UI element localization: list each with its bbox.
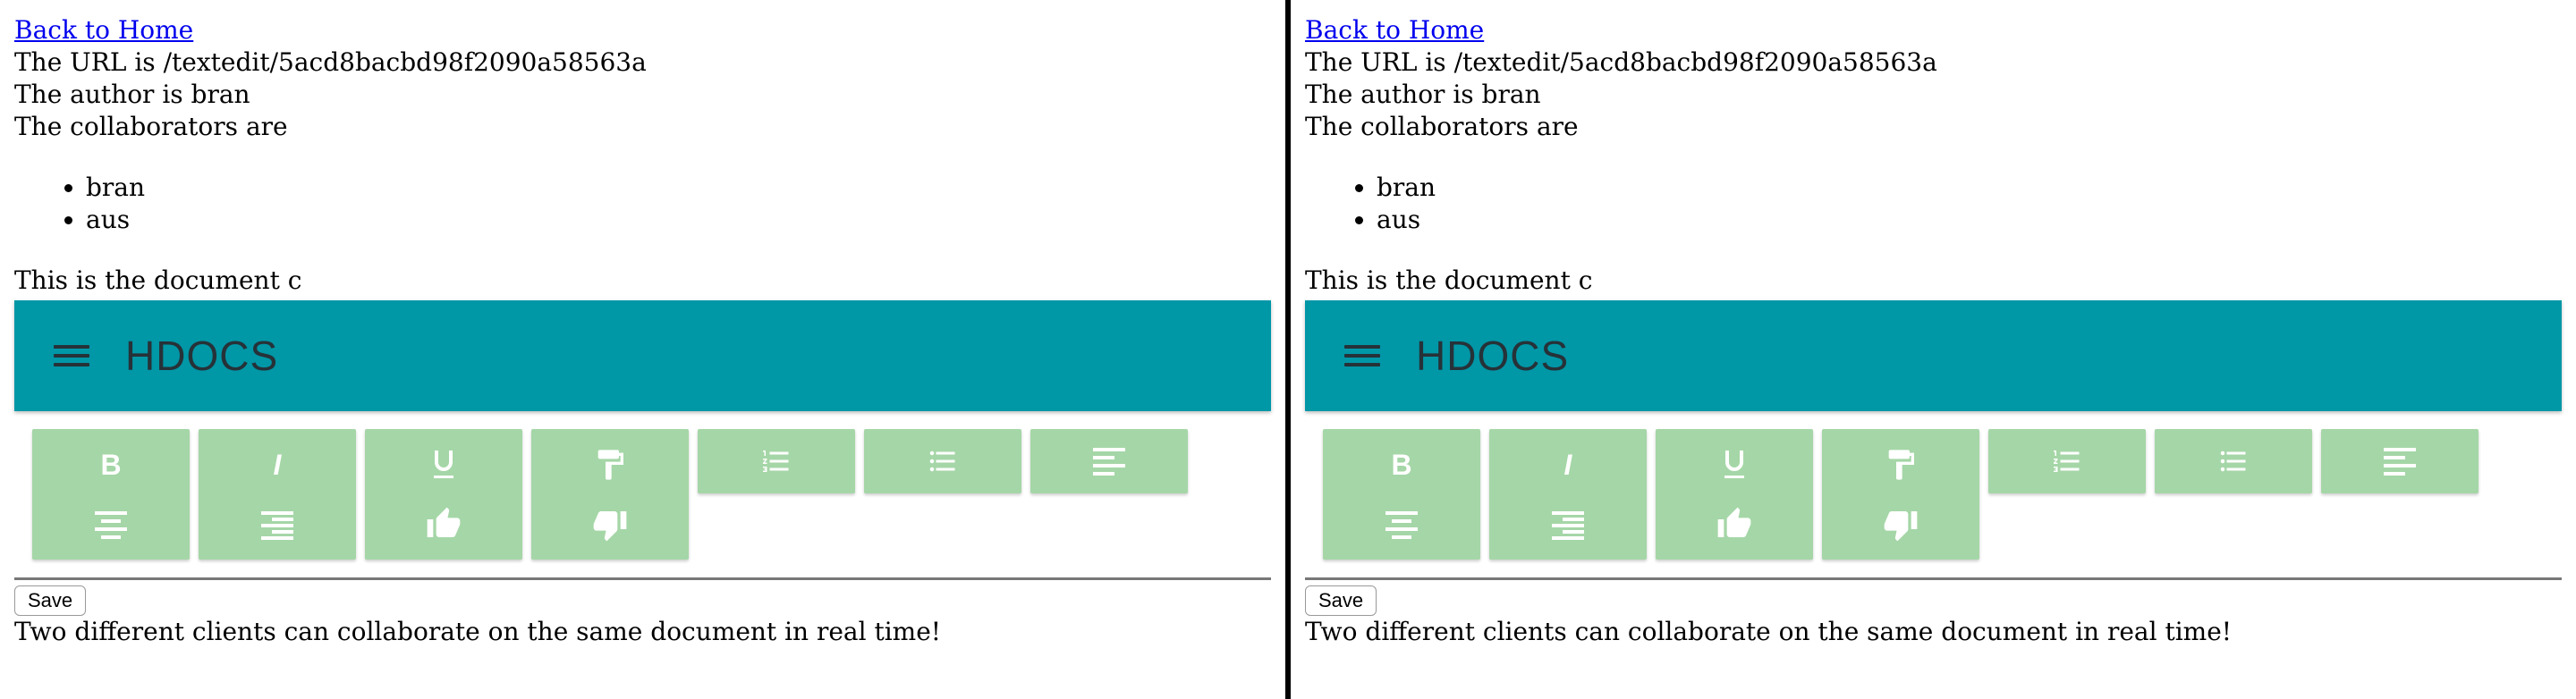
app-bar: HDOCS: [1305, 300, 2562, 411]
paint-thumbs-down-button[interactable]: [531, 429, 689, 560]
align-right-icon: [261, 510, 293, 540]
collaborator-list: bran aus: [14, 172, 1271, 236]
document-body-text[interactable]: Two different clients can collaborate on…: [1305, 616, 2562, 648]
underline-thumbs-up-button[interactable]: [1656, 429, 1813, 560]
formatting-toolbar: B I: [1323, 429, 2486, 560]
save-button[interactable]: Save: [1305, 585, 1377, 616]
bulleted-list-icon: [929, 451, 955, 472]
list-item: aus: [1377, 204, 2562, 236]
numbered-list-icon: [2054, 451, 2080, 472]
bulleted-list-button[interactable]: [2155, 429, 2312, 493]
collaborators-heading: The collaborators are: [1305, 112, 1579, 141]
right-client-pane: Back to Home The URL is /textedit/5acd8b…: [1291, 0, 2576, 699]
numbered-list-button[interactable]: [698, 429, 855, 493]
underline-icon: [434, 450, 453, 478]
svg-text:B: B: [100, 450, 121, 480]
menu-icon[interactable]: [54, 338, 89, 374]
paint-roller-icon: [1888, 449, 1914, 480]
svg-text:I: I: [274, 450, 283, 480]
bulleted-list-icon: [2220, 451, 2246, 472]
bold-icon: B: [100, 450, 121, 480]
url-text: The URL is /textedit/5acd8bacbd98f2090a5…: [1305, 47, 1937, 77]
author-text: The author is bran: [1305, 80, 1541, 109]
svg-text:B: B: [1391, 450, 1411, 480]
app-bar: HDOCS: [14, 300, 1271, 411]
document-text: This is the document c: [1305, 265, 1593, 295]
split-view: Back to Home The URL is /textedit/5acd8b…: [0, 0, 2576, 699]
document-text: This is the document c: [14, 265, 302, 295]
italic-icon: I: [274, 450, 283, 480]
bold-align-center-button[interactable]: B: [32, 429, 190, 560]
numbered-list-icon: [763, 451, 789, 472]
back-to-home-link[interactable]: Back to Home: [1305, 14, 2562, 46]
italic-align-right-button[interactable]: I: [199, 429, 356, 560]
numbered-list-button[interactable]: [1988, 429, 2146, 493]
editor-divider: [14, 577, 1271, 580]
italic-align-right-button[interactable]: I: [1489, 429, 1647, 560]
list-item: aus: [86, 204, 1271, 236]
thumbs-up-icon: [1717, 507, 1751, 537]
save-button[interactable]: Save: [14, 585, 87, 616]
formatting-toolbar: B I: [32, 429, 1195, 560]
thumbs-up-icon: [427, 507, 461, 537]
underline-icon: [1724, 450, 1744, 478]
author-text: The author is bran: [14, 80, 250, 109]
align-left-icon: [1093, 448, 1125, 476]
align-left-icon: [2384, 448, 2416, 476]
svg-text:I: I: [1564, 450, 1573, 480]
list-item: bran: [86, 172, 1271, 204]
collaborator-list: bran aus: [1305, 172, 2562, 236]
italic-icon: I: [1564, 450, 1573, 480]
back-to-home-link[interactable]: Back to Home: [14, 14, 1271, 46]
editor-divider: [1305, 577, 2562, 580]
bold-icon: B: [1391, 450, 1411, 480]
thumbs-down-icon: [593, 510, 627, 541]
app-title: HDOCS: [125, 333, 279, 379]
left-client-pane: Back to Home The URL is /textedit/5acd8b…: [0, 0, 1285, 699]
paint-roller-icon: [597, 449, 623, 480]
collaborators-heading: The collaborators are: [14, 112, 288, 141]
bulleted-list-button[interactable]: [864, 429, 1021, 493]
document-body-text[interactable]: Two different clients can collaborate on…: [14, 616, 1271, 648]
menu-icon[interactable]: [1344, 338, 1380, 374]
align-right-icon: [1552, 510, 1584, 540]
underline-thumbs-up-button[interactable]: [365, 429, 522, 560]
url-text: The URL is /textedit/5acd8bacbd98f2090a5…: [14, 47, 647, 77]
app-title: HDOCS: [1416, 333, 1570, 379]
align-center-icon: [95, 510, 127, 539]
list-item: bran: [1377, 172, 2562, 204]
align-left-button[interactable]: [2321, 429, 2479, 493]
thumbs-down-icon: [1884, 510, 1918, 541]
paint-thumbs-down-button[interactable]: [1822, 429, 1979, 560]
align-left-button[interactable]: [1030, 429, 1188, 493]
align-center-icon: [1385, 510, 1418, 539]
bold-align-center-button[interactable]: B: [1323, 429, 1480, 560]
